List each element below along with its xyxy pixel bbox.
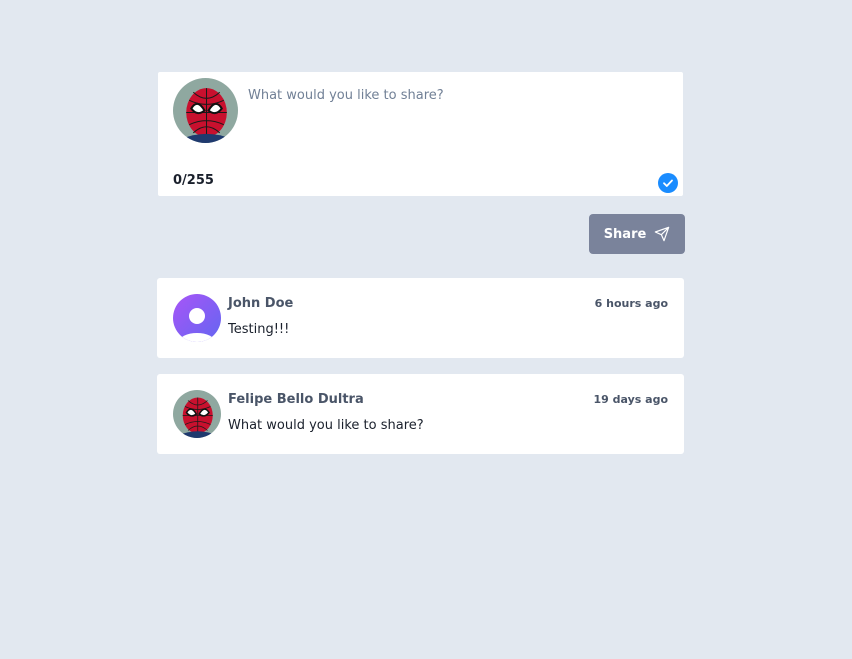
post-content: What would you like to share? (228, 418, 424, 433)
user-avatar (173, 78, 238, 143)
post-author[interactable]: John Doe (228, 296, 293, 311)
post-composer: 0/255 (157, 71, 684, 197)
send-icon (655, 226, 670, 242)
character-counter: 0/255 (173, 173, 214, 188)
post-timestamp: 6 hours ago (594, 297, 668, 310)
share-button[interactable]: Share (589, 214, 685, 254)
post-author[interactable]: Felipe Bello Dultra (228, 392, 364, 407)
author-avatar (173, 390, 221, 438)
default-user-icon (173, 294, 221, 342)
post-content: Testing!!! (228, 322, 290, 337)
post-card: Felipe Bello Dultra 19 days ago What wou… (157, 374, 684, 454)
spiderman-avatar-icon (173, 78, 238, 143)
spiderman-avatar-icon (173, 390, 221, 438)
post-card: John Doe 6 hours ago Testing!!! (157, 278, 684, 358)
post-timestamp: 19 days ago (593, 393, 669, 406)
post-input[interactable] (248, 88, 668, 158)
check-circle-icon (658, 173, 678, 193)
share-button-label: Share (603, 226, 647, 242)
author-avatar (173, 294, 221, 342)
